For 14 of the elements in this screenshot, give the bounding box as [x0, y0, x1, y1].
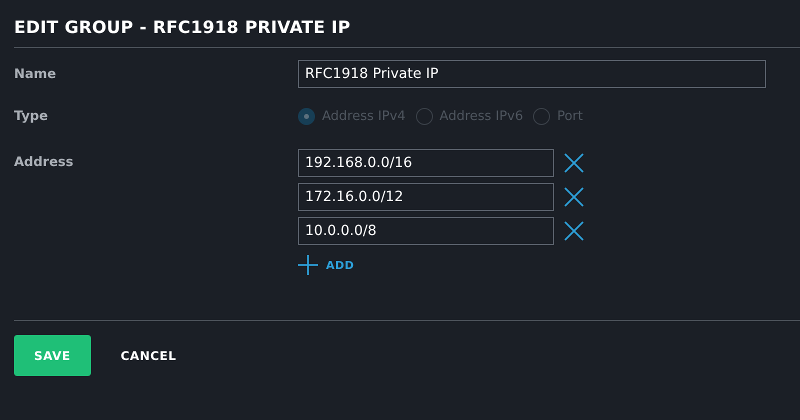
name-field[interactable]: RFC1918 Private IP: [298, 60, 766, 88]
field-label: Address: [14, 154, 74, 172]
close-icon[interactable]: [564, 221, 584, 241]
field-label: Name: [14, 66, 58, 82]
address-field[interactable]: 192.168.0.0/16: [298, 149, 554, 177]
field-label: Type: [14, 109, 49, 124]
close-icon[interactable]: [564, 153, 584, 173]
close-icon[interactable]: [564, 187, 584, 207]
address-field[interactable]: 172.16.0.0/12: [298, 183, 554, 211]
address-field[interactable]: 10.0.0.0/8: [298, 217, 554, 245]
add-button[interactable]: ADD: [298, 255, 354, 275]
dialog-title: EDIT GROUP - RFC1918 PRIVATE IP: [13, 17, 352, 40]
cancel-button[interactable]: CANCEL: [100, 335, 196, 376]
plus-icon: [298, 255, 318, 275]
